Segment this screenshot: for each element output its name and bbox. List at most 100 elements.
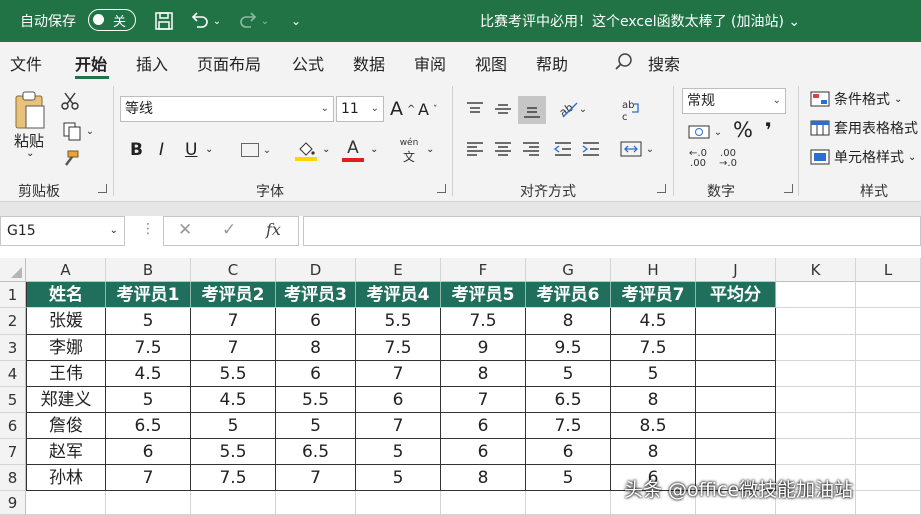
name-box[interactable]: G15 ⌄ — [0, 216, 125, 246]
grid-cell[interactable]: 8 — [526, 308, 611, 335]
search-icon[interactable] — [614, 52, 634, 72]
grid-cell[interactable] — [776, 439, 856, 465]
decrease-font-icon[interactable]: Aˇ — [418, 100, 437, 119]
grid-cell[interactable]: 8.5 — [611, 413, 696, 439]
grid-cell[interactable] — [776, 335, 856, 361]
splitter-icon[interactable]: ⋮ — [141, 221, 155, 237]
grid-cell[interactable]: 9 — [441, 335, 526, 361]
grid-cell[interactable]: 7.5 — [191, 465, 276, 491]
grid-cell[interactable]: 5 — [276, 413, 356, 439]
align-center-icon[interactable] — [490, 136, 516, 162]
grid-cell[interactable] — [696, 413, 776, 439]
phonetic-icon[interactable]: wén 文 — [398, 138, 420, 164]
table-header-cell[interactable]: 姓名 — [26, 282, 106, 308]
grid-cell[interactable] — [856, 361, 921, 387]
format-as-table-button[interactable]: 套用表格格式 — [810, 118, 918, 138]
autosave-toggle[interactable]: 关 — [88, 9, 136, 31]
grid-cell[interactable]: 4.5 — [611, 308, 696, 335]
grid-cell[interactable]: 7 — [356, 361, 441, 387]
font-color-icon[interactable]: A — [340, 136, 366, 164]
column-header[interactable]: B — [106, 258, 191, 282]
grid-cell[interactable]: 7 — [191, 335, 276, 361]
increase-indent-icon[interactable] — [578, 136, 604, 162]
grid-cell[interactable]: 5 — [611, 361, 696, 387]
grid-cell[interactable]: 6 — [276, 308, 356, 335]
tab-file[interactable]: 文件 — [10, 51, 42, 75]
bold-button[interactable]: B — [130, 140, 143, 160]
tab-formulas[interactable]: 公式 — [292, 51, 324, 75]
decrease-decimal-icon[interactable]: .00 →.0 — [714, 146, 742, 172]
grid-cell[interactable] — [856, 387, 921, 413]
grid-cell[interactable] — [696, 439, 776, 465]
conditional-formatting-button[interactable]: 条件格式 ⌄ — [810, 89, 902, 109]
column-header[interactable]: L — [856, 258, 921, 282]
grid-cell[interactable]: 7 — [191, 308, 276, 335]
fill-color-icon[interactable] — [292, 138, 320, 164]
grid-cell[interactable]: 6 — [106, 439, 191, 465]
grid-cell[interactable]: 6.5 — [106, 413, 191, 439]
grid-cell[interactable]: 4.5 — [106, 361, 191, 387]
row-header[interactable]: 7 — [0, 439, 26, 465]
grid-cell[interactable]: 孙林 — [26, 465, 106, 491]
column-header[interactable]: G — [526, 258, 611, 282]
grid-cell[interactable]: 4.5 — [191, 387, 276, 413]
row-header[interactable]: 9 — [0, 491, 26, 515]
undo-dropdown-icon[interactable]: ⌄ — [210, 9, 224, 33]
column-header[interactable]: K — [776, 258, 856, 282]
grid-cell[interactable]: 5.5 — [276, 387, 356, 413]
align-top-icon[interactable] — [462, 96, 488, 122]
grid-cell[interactable] — [776, 413, 856, 439]
grid-cell[interactable]: 6 — [276, 361, 356, 387]
fill-color-dropdown-icon[interactable]: ⌄ — [322, 144, 330, 155]
row-header[interactable]: 5 — [0, 387, 26, 413]
phonetic-dropdown-icon[interactable]: ⌄ — [426, 144, 434, 155]
redo-icon[interactable] — [236, 9, 260, 33]
wrap-text-icon[interactable]: ab c — [618, 96, 644, 124]
confirm-icon[interactable]: ✓ — [222, 220, 236, 240]
grid-cell[interactable] — [276, 491, 356, 515]
column-header[interactable]: F — [441, 258, 526, 282]
copy-icon[interactable]: ⌄ — [58, 120, 98, 142]
grid-cell[interactable]: 8 — [611, 387, 696, 413]
orientation-icon[interactable]: ab ⌄ — [552, 96, 592, 122]
grid-cell[interactable]: 7.5 — [441, 308, 526, 335]
column-header[interactable]: A — [26, 258, 106, 282]
grid-cell[interactable] — [696, 335, 776, 361]
increase-decimal-icon[interactable]: ←.0.00 — [684, 146, 712, 172]
grid-cell[interactable]: 郑建义 — [26, 387, 106, 413]
table-header-cell[interactable]: 考评员1 — [106, 282, 191, 308]
grid-cell[interactable]: 张媛 — [26, 308, 106, 335]
grid-cell[interactable] — [696, 387, 776, 413]
row-header[interactable]: 6 — [0, 413, 26, 439]
merge-center-icon[interactable]: ⌄ — [616, 136, 658, 162]
font-color-dropdown-icon[interactable]: ⌄ — [370, 144, 378, 155]
grid-cell[interactable]: 赵军 — [26, 439, 106, 465]
font-launcher-icon[interactable] — [437, 184, 446, 193]
grid-cell[interactable]: 6 — [356, 387, 441, 413]
cut-icon[interactable] — [58, 90, 82, 112]
grid-cell[interactable] — [856, 491, 921, 515]
format-painter-icon[interactable] — [58, 148, 82, 170]
number-launcher-icon[interactable] — [784, 184, 793, 193]
grid-cell[interactable]: 8 — [611, 439, 696, 465]
grid-cell[interactable]: 5 — [191, 413, 276, 439]
clipboard-launcher-icon[interactable] — [98, 184, 107, 193]
grid-cell[interactable]: 5 — [356, 439, 441, 465]
grid-cell[interactable]: 7.5 — [526, 413, 611, 439]
grid-cell[interactable]: 7.5 — [356, 335, 441, 361]
percent-style-button[interactable]: % — [733, 118, 753, 142]
undo-icon[interactable] — [188, 9, 212, 33]
grid-cell[interactable]: 5.5 — [191, 361, 276, 387]
grid-cell[interactable]: 5 — [526, 465, 611, 491]
grid-cell[interactable]: 9.5 — [526, 335, 611, 361]
grid-cell[interactable]: 8 — [276, 335, 356, 361]
row-header[interactable]: 1 — [0, 282, 26, 308]
grid-cell[interactable] — [696, 308, 776, 335]
number-format-select[interactable]: 常规 ⌄ — [682, 88, 786, 114]
formula-input[interactable] — [303, 216, 921, 246]
grid-cell[interactable] — [856, 335, 921, 361]
column-header[interactable]: J — [696, 258, 776, 282]
grid-cell[interactable]: 8 — [441, 465, 526, 491]
insert-function-icon[interactable]: fx — [266, 220, 281, 239]
tab-home[interactable]: 开始 — [75, 51, 107, 75]
